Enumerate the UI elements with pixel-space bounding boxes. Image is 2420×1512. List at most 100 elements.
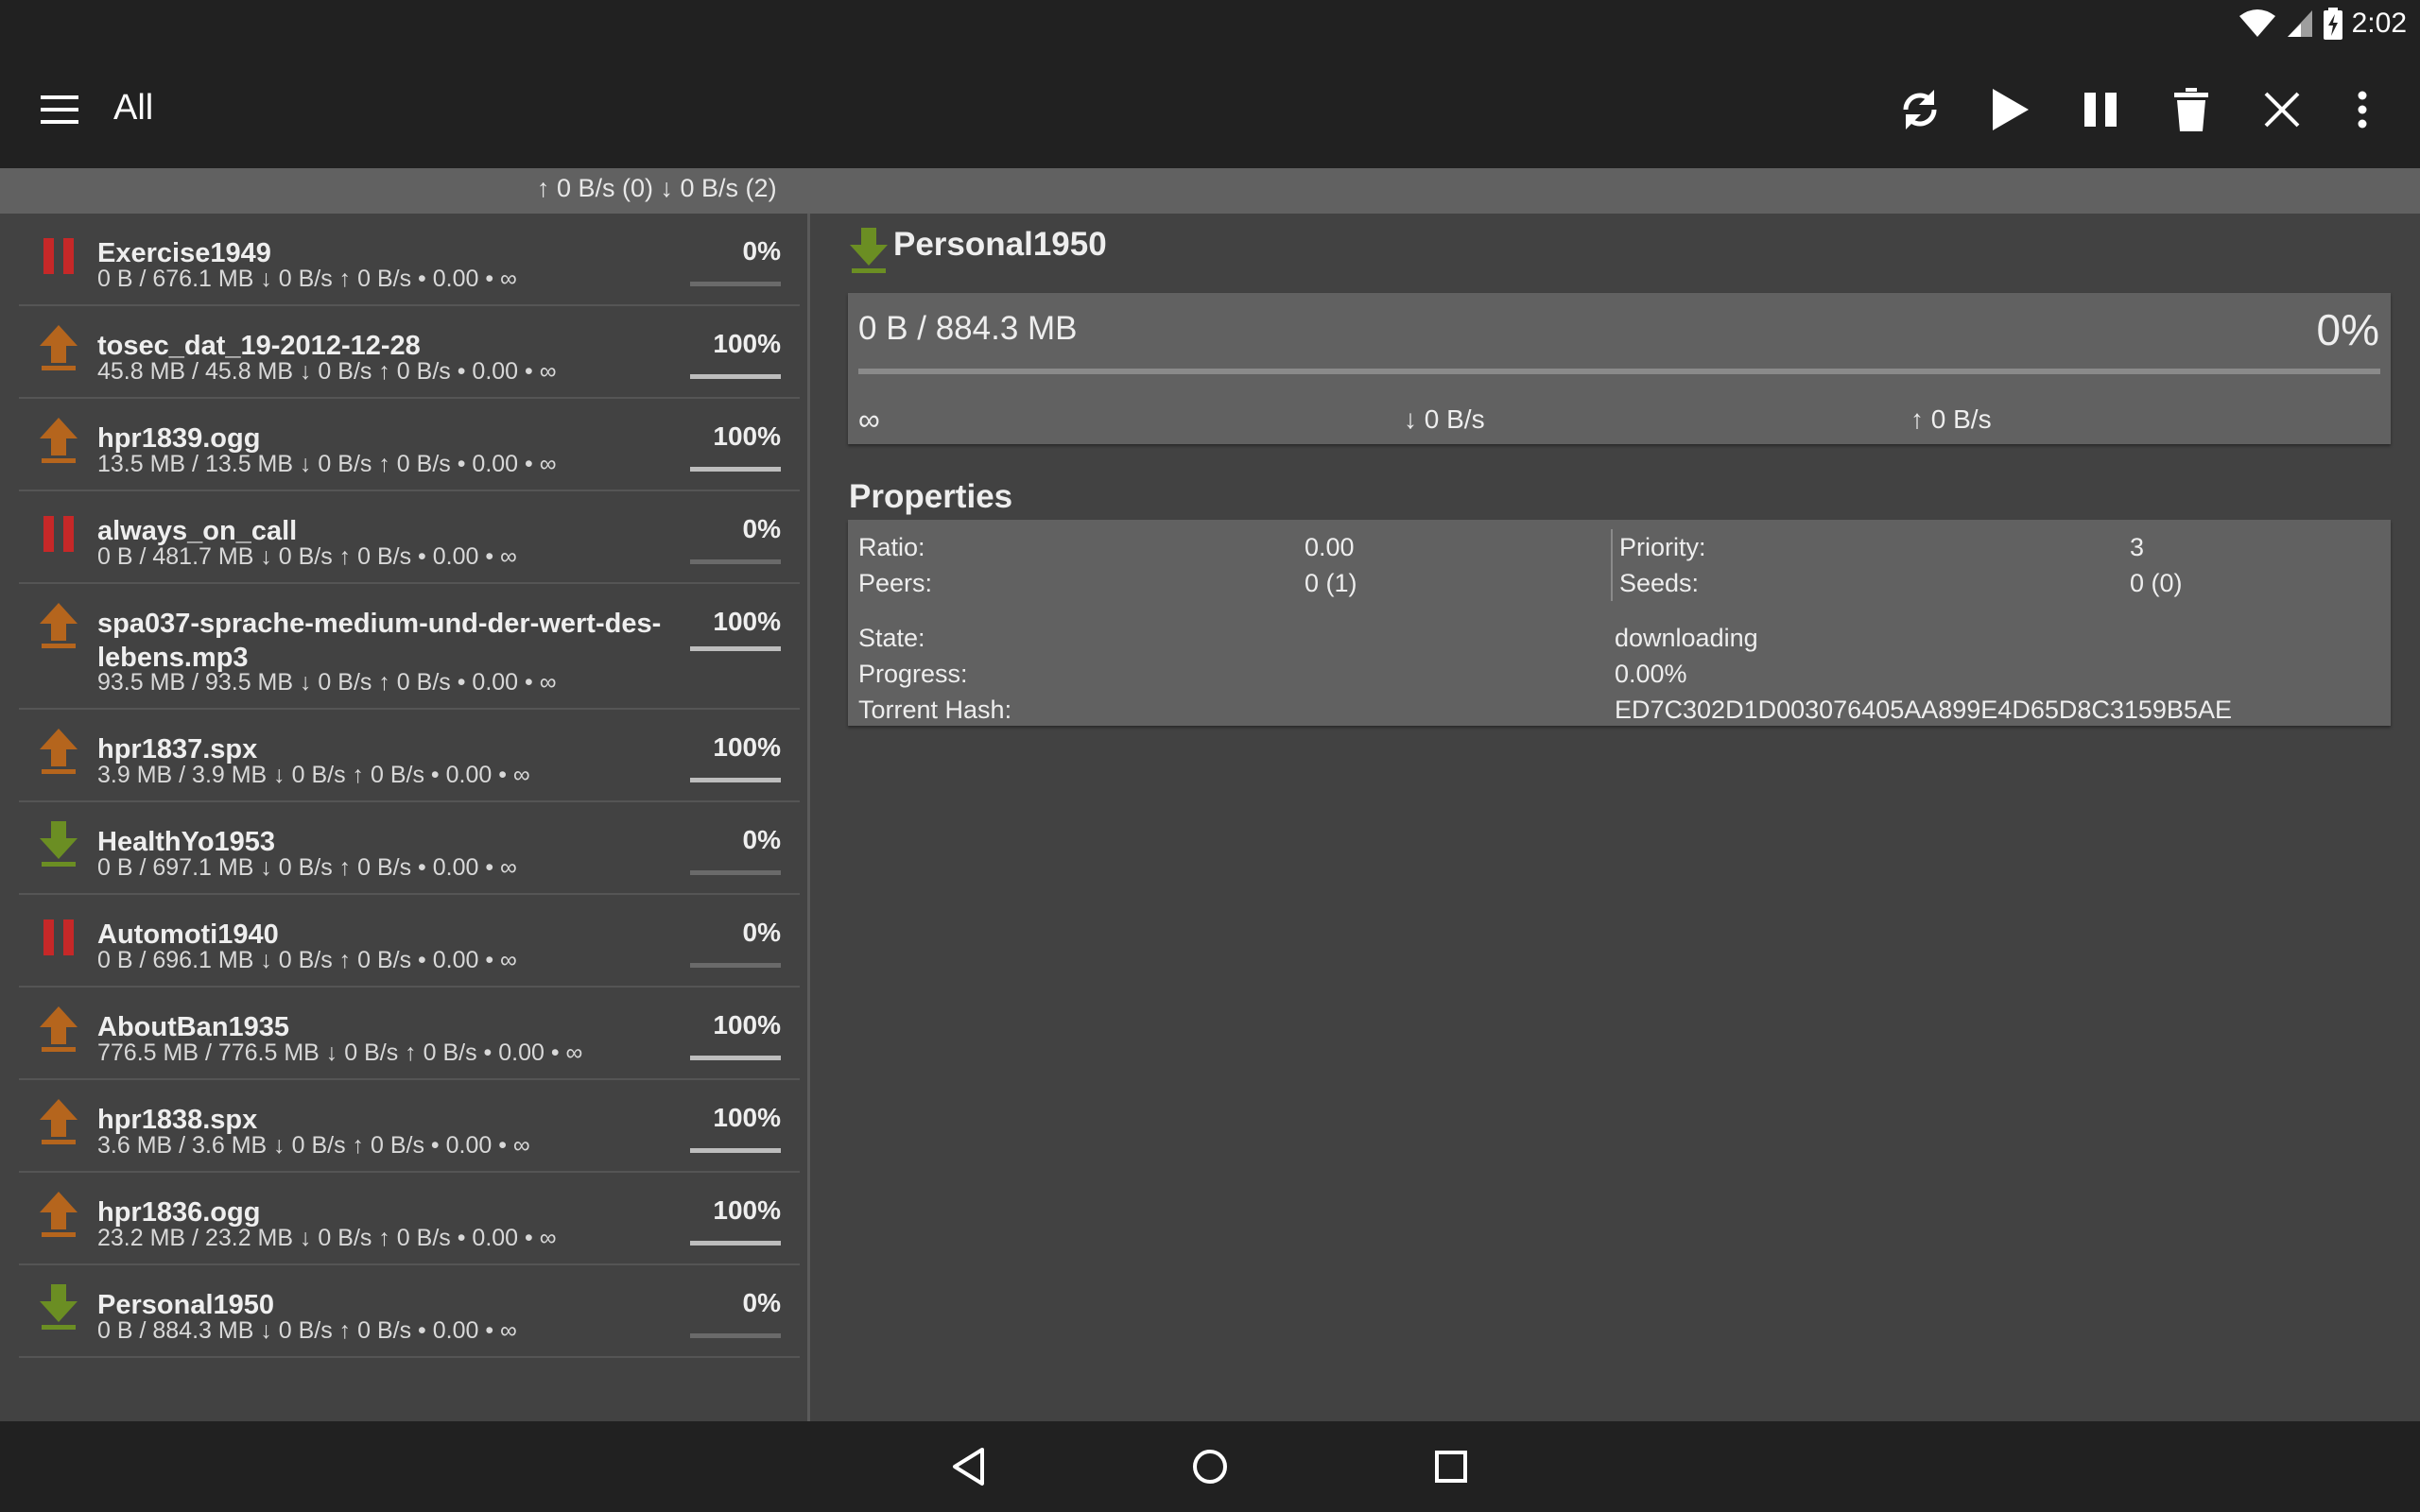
system-nav-bar <box>0 1421 2420 1512</box>
home-circle-icon <box>1193 1450 1227 1484</box>
upload-arrow-icon <box>38 418 79 463</box>
torrent-progress-bar <box>690 778 781 782</box>
pause-icon <box>2084 93 2117 127</box>
torrent-progress-bar <box>690 1241 781 1246</box>
detail-percent: 0% <box>2316 305 2379 354</box>
play-icon <box>1993 89 2029 130</box>
download-arrow-icon <box>38 1284 79 1330</box>
torrent-meta: 0 B / 884.3 MB ↓ 0 B/s ↑ 0 B/s • 0.00 • … <box>97 1317 517 1344</box>
overflow-menu-button[interactable] <box>2329 77 2395 143</box>
back-button[interactable] <box>931 1438 1007 1495</box>
torrent-percent: 100% <box>713 1195 781 1225</box>
torrent-progress-bar <box>690 963 781 968</box>
download-arrow-icon <box>848 228 890 273</box>
hash-value: ED7C302D1D003076405AA899E4D65D8C3159B5AE <box>1615 696 2232 724</box>
torrent-meta: 45.8 MB / 45.8 MB ↓ 0 B/s ↑ 0 B/s • 0.00… <box>97 358 557 385</box>
torrent-row[interactable]: Personal1950 0 B / 884.3 MB ↓ 0 B/s ↑ 0 B… <box>19 1265 800 1358</box>
wifi-icon <box>2238 9 2275 37</box>
torrent-detail-pane: Personal1950 0 B / 884.3 MB 0% ∞ ↓ 0 B/s… <box>810 214 2420 1421</box>
hash-label: Torrent Hash: <box>858 696 1012 724</box>
torrent-row[interactable]: AboutBan1935 776.5 MB / 776.5 MB ↓ 0 B/s … <box>19 988 800 1080</box>
pause-icon <box>38 510 79 556</box>
download-arrow-icon <box>38 821 79 867</box>
refresh-button[interactable] <box>1887 77 1953 143</box>
menu-button[interactable] <box>28 78 91 141</box>
upload-arrow-icon <box>38 1006 79 1052</box>
torrent-progress-bar <box>690 374 781 379</box>
torrent-progress-bar <box>690 646 781 651</box>
detail-download-speed: ↓ 0 B/s <box>1404 404 1485 434</box>
properties-card: Ratio: 0.00 Peers: 0 (1) Priority: 3 See… <box>848 520 2391 726</box>
home-button[interactable] <box>1172 1438 1248 1495</box>
battery-charging-icon <box>2323 8 2342 40</box>
torrent-progress-bar <box>690 467 781 472</box>
status-icons: 2:02 <box>2238 6 2407 42</box>
torrent-row[interactable]: tosec_dat_19-2012-12-28 45.8 MB / 45.8 MB… <box>19 306 800 399</box>
pause-button[interactable] <box>2067 77 2134 143</box>
ratio-label: Ratio: <box>858 533 925 561</box>
torrent-row[interactable]: hpr1837.spx 3.9 MB / 3.9 MB ↓ 0 B/s ↑ 0 B… <box>19 710 800 802</box>
signal-icon <box>2287 10 2312 37</box>
upload-arrow-icon <box>38 325 79 370</box>
properties-heading: Properties <box>849 478 1013 515</box>
app-toolbar: All <box>0 46 2420 168</box>
torrent-row[interactable]: spa037-sprache-medium-und-der-wert-des-l… <box>19 584 800 710</box>
upload-arrow-icon <box>38 603 79 648</box>
remove-button[interactable] <box>2249 77 2315 143</box>
seeds-label: Seeds: <box>1619 569 1700 597</box>
detail-upload-speed: ↑ 0 B/s <box>1910 404 1992 434</box>
close-icon <box>2264 92 2300 128</box>
ratio-value: 0.00 <box>1305 533 1355 561</box>
clock: 2:02 <box>2351 8 2407 39</box>
torrent-row[interactable]: hpr1836.ogg 23.2 MB / 23.2 MB ↓ 0 B/s ↑ 0… <box>19 1173 800 1265</box>
page-title: All <box>113 88 154 128</box>
torrent-percent: 100% <box>713 1010 781 1040</box>
pause-icon <box>38 914 79 959</box>
torrent-meta: 0 B / 696.1 MB ↓ 0 B/s ↑ 0 B/s • 0.00 • … <box>97 947 517 973</box>
trash-icon <box>2174 88 2208 131</box>
state-label: State: <box>858 624 925 652</box>
torrent-meta: 0 B / 676.1 MB ↓ 0 B/s ↑ 0 B/s • 0.00 • … <box>97 266 517 292</box>
peers-value: 0 (1) <box>1305 569 1357 597</box>
torrent-progress-bar <box>690 1056 781 1060</box>
torrent-percent: 0% <box>742 1288 781 1317</box>
torrent-list[interactable]: Exercise1949 0 B / 676.1 MB ↓ 0 B/s ↑ 0 B… <box>0 214 807 1421</box>
torrent-row[interactable]: always_on_call 0 B / 481.7 MB ↓ 0 B/s ↑ 0… <box>19 491 800 584</box>
speed-summary: ↑ 0 B/s (0) ↓ 0 B/s (2) <box>537 174 777 202</box>
torrent-percent: 0% <box>742 514 781 543</box>
detail-size: 0 B / 884.3 MB <box>858 310 1078 347</box>
torrent-row[interactable]: hpr1839.ogg 13.5 MB / 13.5 MB ↓ 0 B/s ↑ 0… <box>19 399 800 491</box>
torrent-progress-bar <box>690 1148 781 1153</box>
torrent-meta: 0 B / 481.7 MB ↓ 0 B/s ↑ 0 B/s • 0.00 • … <box>97 543 517 570</box>
torrent-progress-bar <box>690 282 781 286</box>
priority-value: 3 <box>2130 533 2145 561</box>
torrent-percent: 100% <box>713 329 781 358</box>
back-triangle-icon <box>953 1448 984 1486</box>
pause-icon <box>38 232 79 278</box>
speed-summary-bar: ↑ 0 B/s (0) ↓ 0 B/s (2) <box>0 168 2420 214</box>
more-vert-icon <box>2358 91 2367 129</box>
resume-button[interactable] <box>1977 77 2043 143</box>
delete-button[interactable] <box>2158 77 2224 143</box>
torrent-meta: 776.5 MB / 776.5 MB ↓ 0 B/s ↑ 0 B/s • 0.… <box>97 1040 583 1066</box>
detail-title: Personal1950 <box>893 226 1107 263</box>
torrent-row[interactable]: HealthYo1953 0 B / 697.1 MB ↓ 0 B/s ↑ 0 B… <box>19 802 800 895</box>
torrent-row[interactable]: Exercise1949 0 B / 676.1 MB ↓ 0 B/s ↑ 0 B… <box>19 214 800 306</box>
peers-label: Peers: <box>858 569 933 597</box>
refresh-icon <box>1903 90 1937 129</box>
state-value: downloading <box>1615 624 1758 652</box>
upload-arrow-icon <box>38 729 79 774</box>
torrent-row[interactable]: Automoti1940 0 B / 696.1 MB ↓ 0 B/s ↑ 0 B… <box>19 895 800 988</box>
torrent-meta: 3.6 MB / 3.6 MB ↓ 0 B/s ↑ 0 B/s • 0.00 •… <box>97 1132 530 1159</box>
priority-label: Priority: <box>1619 533 1706 561</box>
torrent-percent: 0% <box>742 236 781 266</box>
upload-arrow-icon <box>38 1192 79 1237</box>
torrent-meta: 13.5 MB / 13.5 MB ↓ 0 B/s ↑ 0 B/s • 0.00… <box>97 451 557 477</box>
torrent-progress-bar <box>690 559 781 564</box>
torrent-percent: 0% <box>742 918 781 947</box>
torrent-percent: 100% <box>713 1103 781 1132</box>
seeds-value: 0 (0) <box>2130 569 2183 597</box>
torrent-meta: 0 B / 697.1 MB ↓ 0 B/s ↑ 0 B/s • 0.00 • … <box>97 854 517 881</box>
torrent-row[interactable]: hpr1838.spx 3.6 MB / 3.6 MB ↓ 0 B/s ↑ 0 B… <box>19 1080 800 1173</box>
recents-button[interactable] <box>1413 1438 1489 1495</box>
